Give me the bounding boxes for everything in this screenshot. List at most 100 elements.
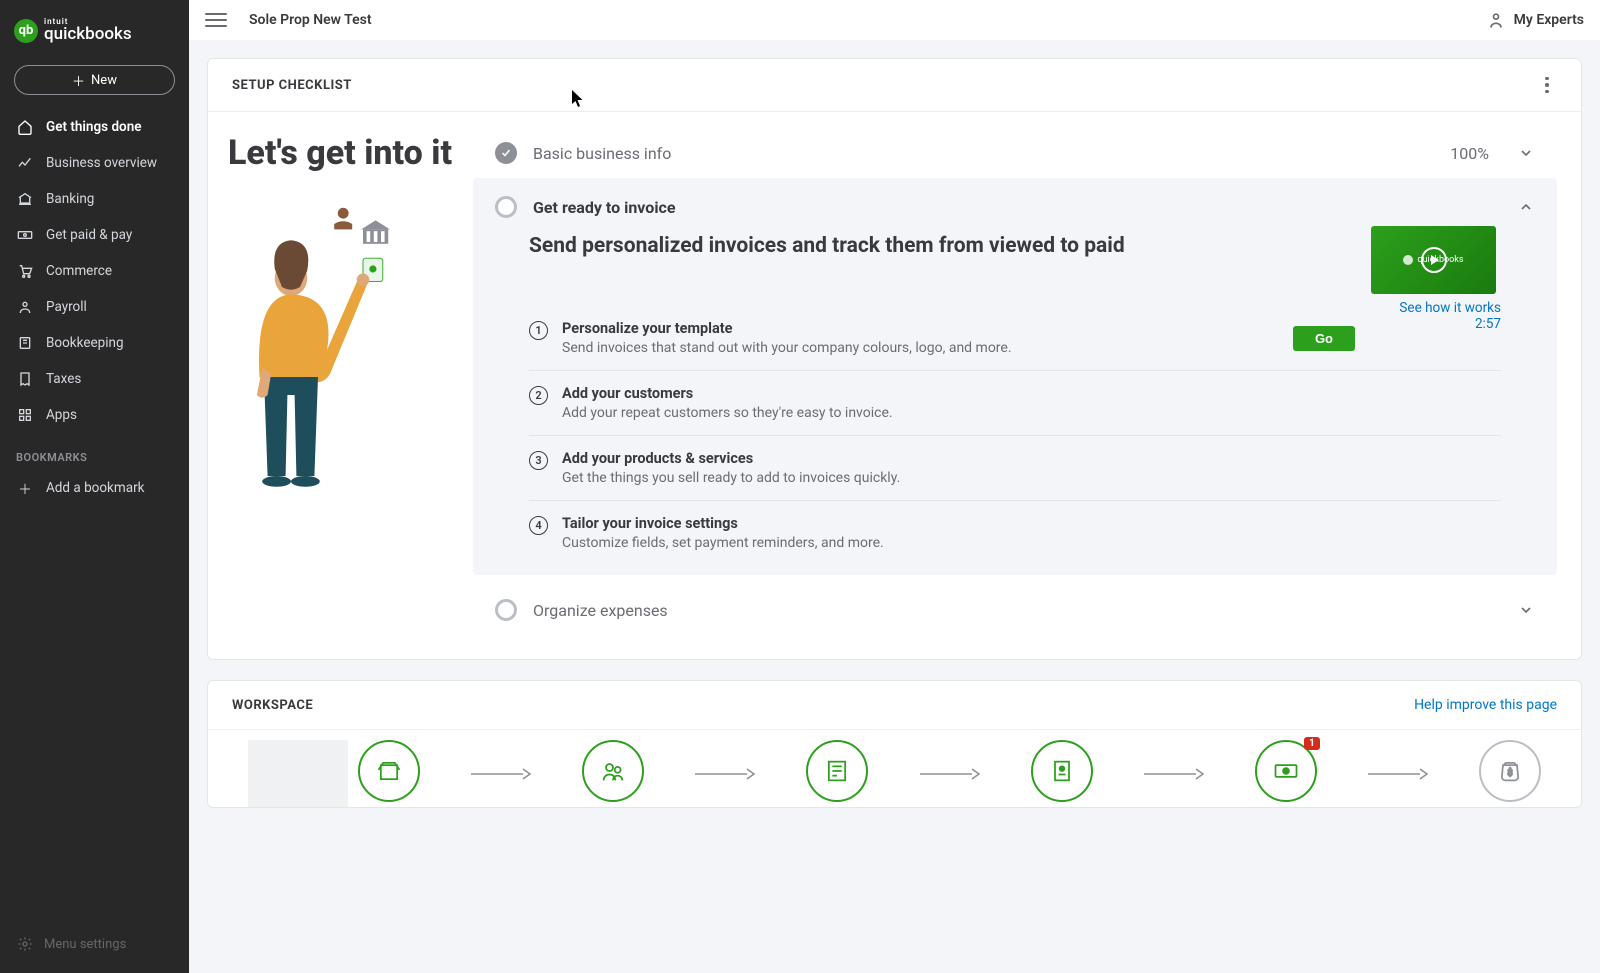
sidebar-item-bookkeeping[interactable]: Bookkeeping [0, 325, 189, 361]
nav-label: Apps [46, 407, 77, 423]
accordion-label: Organize expenses [533, 601, 668, 620]
sidebar-item-commerce[interactable]: Commerce [0, 253, 189, 289]
my-experts-label: My Experts [1514, 12, 1584, 28]
workspace-node-2[interactable] [582, 740, 644, 802]
arrow-icon [644, 764, 806, 784]
book-icon [16, 334, 34, 352]
video-thumbnail[interactable]: quickbooks [1371, 226, 1496, 294]
go-button[interactable]: Go [1293, 326, 1355, 351]
sidebar-item-get-paid[interactable]: Get paid & pay [0, 217, 189, 253]
sidebar-item-banking[interactable]: Banking [0, 181, 189, 217]
setup-heading: Let's get into it [228, 134, 453, 172]
grid-icon [16, 406, 34, 424]
gear-icon [16, 935, 34, 953]
notification-badge: 1 [1304, 737, 1320, 750]
workspace-node-6[interactable]: $ [1479, 740, 1541, 802]
step-desc: Get the things you sell ready to add to … [562, 470, 1501, 486]
help-link[interactable]: Help improve this page [1414, 697, 1557, 713]
check-icon [495, 142, 517, 164]
nav-label: Taxes [46, 371, 81, 387]
menu-settings-label: Menu settings [44, 937, 126, 952]
hamburger-icon[interactable] [205, 9, 227, 31]
video-link[interactable]: See how it works 2:57 [1371, 300, 1501, 332]
step-desc: Send invoices that stand out with your c… [562, 340, 1279, 356]
main: Sole Prop New Test My Experts SETUP CHEC… [189, 0, 1600, 973]
step-title: Tailor your invoice settings [562, 515, 1501, 532]
kebab-icon[interactable] [1537, 75, 1557, 95]
accordion-item-expenses[interactable]: Organize expenses [473, 585, 1557, 635]
nav-label: Payroll [46, 299, 87, 315]
expert-icon [1486, 10, 1506, 30]
workspace-empty-slot [248, 740, 348, 807]
add-bookmark[interactable]: ＋ Add a bookmark [0, 470, 189, 506]
illustration [228, 190, 453, 510]
setup-title: SETUP CHECKLIST [232, 78, 352, 93]
logo-product: quickbooks [44, 26, 132, 43]
sidebar-item-get-things-done[interactable]: Get things done [0, 109, 189, 145]
arrow-icon [1317, 764, 1479, 784]
workspace-node-4[interactable] [1031, 740, 1093, 802]
nav-label: Get things done [46, 119, 142, 135]
bookmarks-header: BOOKMARKS [0, 433, 189, 470]
workspace-title: WORKSPACE [232, 698, 313, 713]
step-number: 1 [529, 321, 548, 340]
nav-label: Commerce [46, 263, 112, 279]
chevron-down-icon [1517, 601, 1535, 619]
expanded-title: Send personalized invoices and track the… [529, 234, 1501, 258]
company-name[interactable]: Sole Prop New Test [249, 12, 372, 28]
accordion-label: Get ready to invoice [533, 198, 676, 217]
sidebar-item-taxes[interactable]: Taxes [0, 361, 189, 397]
home-icon [16, 118, 34, 136]
add-bookmark-label: Add a bookmark [46, 480, 145, 496]
logo[interactable]: qb intuit quickbooks [0, 10, 189, 57]
step-personalize-template: 1 Personalize your template Send invoice… [529, 306, 1355, 370]
topbar: Sole Prop New Test My Experts [189, 0, 1600, 40]
nav-label: Banking [46, 191, 94, 207]
step-title: Add your products & services [562, 450, 1501, 467]
bank-icon [16, 190, 34, 208]
workspace-node-5[interactable]: 1 [1255, 740, 1317, 802]
workspace-node-3[interactable] [806, 740, 868, 802]
workspace-node-1[interactable] [358, 740, 420, 802]
nav-label: Bookkeeping [46, 335, 124, 351]
receipt-icon [16, 370, 34, 388]
step-number: 2 [529, 386, 548, 405]
svg-text:$: $ [1507, 768, 1512, 779]
workspace-strip: 1 $ [208, 729, 1581, 807]
accordion-label: Basic business info [533, 144, 671, 163]
step-add-products: 3 Add your products & services Get the t… [529, 435, 1501, 500]
nav-label: Get paid & pay [46, 227, 132, 243]
chart-icon [16, 154, 34, 172]
circle-icon [495, 599, 517, 621]
person-icon [16, 298, 34, 316]
arrow-icon [868, 764, 1030, 784]
arrow-icon [1093, 764, 1255, 784]
accordion-item-invoice[interactable]: Get ready to invoice [473, 178, 1557, 218]
chevron-down-icon [1517, 144, 1535, 162]
sidebar: qb intuit quickbooks ＋ New Get things do… [0, 0, 189, 973]
chevron-up-icon [1517, 198, 1535, 216]
sidebar-item-apps[interactable]: Apps [0, 397, 189, 433]
workspace-card: WORKSPACE Help improve this page 1 $ [207, 680, 1582, 808]
step-desc: Customize fields, set payment reminders,… [562, 535, 1501, 551]
cash-icon [16, 226, 34, 244]
step-number: 4 [529, 516, 548, 535]
sidebar-item-payroll[interactable]: Payroll [0, 289, 189, 325]
plus-icon: ＋ [16, 479, 34, 497]
logo-badge: qb [14, 19, 38, 43]
nav-label: Business overview [46, 155, 157, 171]
accordion-item-basic-info[interactable]: Basic business info 100% [473, 128, 1557, 178]
sidebar-item-business-overview[interactable]: Business overview [0, 145, 189, 181]
plus-icon: ＋ [72, 71, 85, 90]
setup-card: SETUP CHECKLIST Let's get into it [207, 58, 1582, 660]
accordion-panel-invoice: Get ready to invoice quickbooks See how … [473, 178, 1557, 575]
step-desc: Add your repeat customers so they're eas… [562, 405, 1501, 421]
new-button[interactable]: ＋ New [14, 65, 175, 95]
menu-settings[interactable]: Menu settings [0, 925, 189, 963]
arrow-icon [420, 764, 582, 784]
step-add-customers: 2 Add your customers Add your repeat cus… [529, 370, 1501, 435]
step-tailor-settings: 4 Tailor your invoice settings Customize… [529, 500, 1501, 565]
cart-icon [16, 262, 34, 280]
new-label: New [91, 73, 117, 88]
my-experts-button[interactable]: My Experts [1486, 10, 1584, 30]
